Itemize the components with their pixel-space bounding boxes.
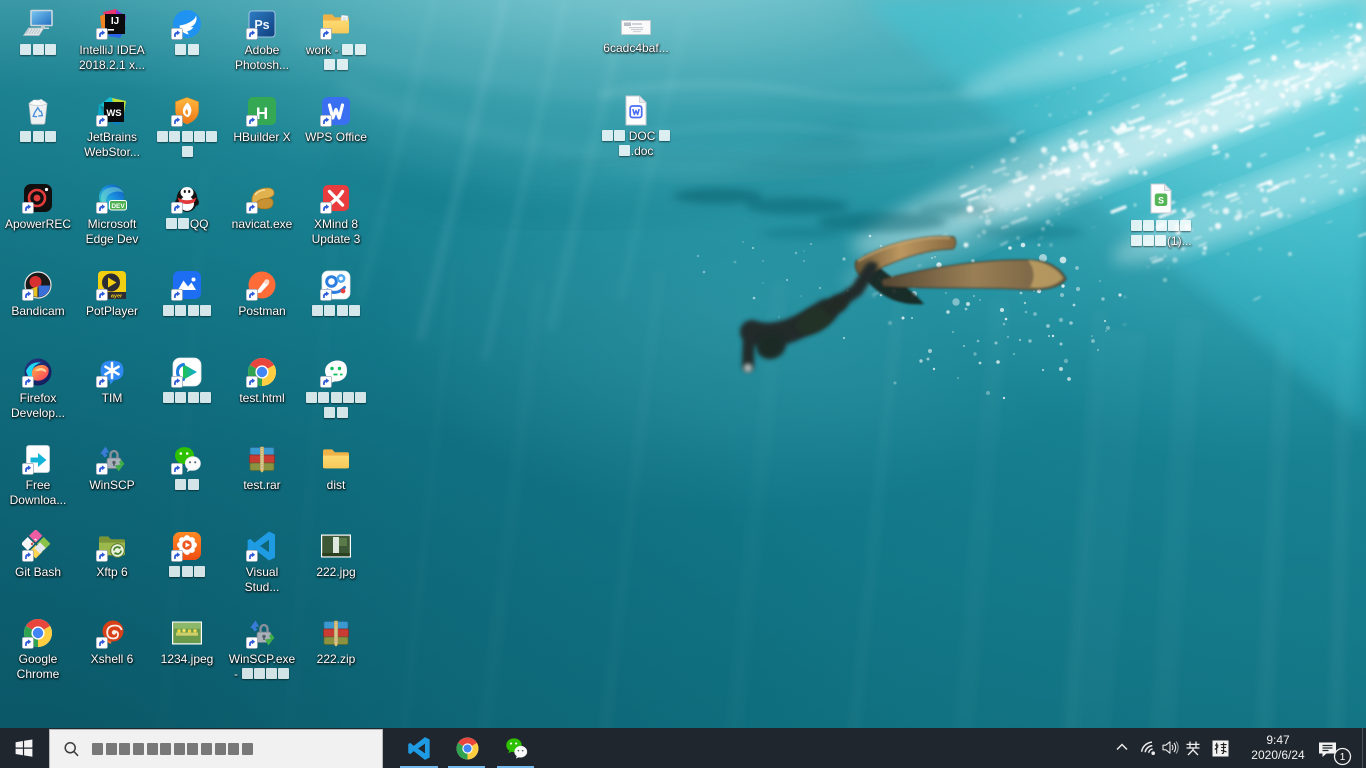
- svg-text:ayer: ayer: [111, 294, 123, 300]
- svg-text:WS: WS: [106, 108, 121, 119]
- svg-text:DEV: DEV: [111, 203, 125, 210]
- svg-text:IJ: IJ: [111, 16, 119, 27]
- svg-text:S: S: [1158, 196, 1164, 206]
- svg-text:1: 1: [1340, 752, 1346, 763]
